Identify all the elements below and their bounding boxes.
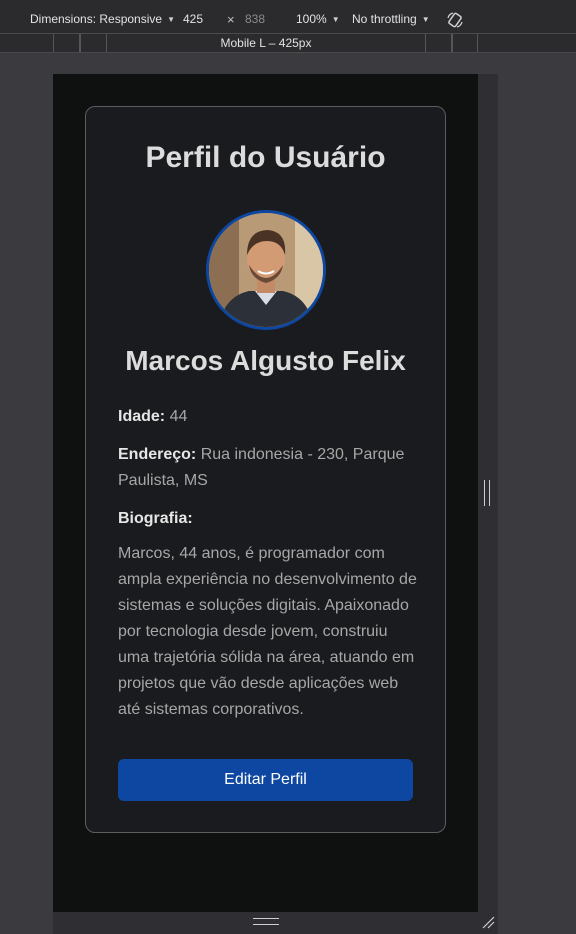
width-value: 425	[183, 12, 204, 26]
age-value: 44	[169, 408, 188, 425]
times-icon: ×	[227, 12, 235, 27]
height-value: 838	[245, 12, 266, 26]
page-viewport: Perfil do Usuário Marcos Algusto Felix I…	[53, 74, 478, 912]
media-query-segment[interactable]	[452, 34, 478, 52]
chevron-down-icon: ▼	[331, 14, 340, 24]
dimensions-dropdown[interactable]: Dimensions: Responsive ▼	[30, 12, 175, 26]
resize-handle-bottom[interactable]	[253, 918, 279, 925]
bio-label: Biografia:	[118, 510, 193, 527]
height-input[interactable]: 838	[245, 12, 265, 26]
media-query-bar: Mobile L – 425px	[0, 33, 576, 53]
bio-text: Marcos, 44 anos, é programador com ampla…	[118, 545, 417, 718]
age-row: Idade: 44	[118, 404, 418, 430]
age-label: Idade:	[118, 408, 166, 425]
zoom-label: 100%	[296, 12, 327, 26]
media-query-segment[interactable]	[53, 34, 80, 52]
user-name: Marcos Algusto Felix	[125, 345, 406, 376]
media-query-label-mobile-l[interactable]: Mobile L – 425px	[107, 34, 425, 52]
width-input[interactable]: 425	[183, 12, 203, 26]
edit-profile-button[interactable]: Editar Perfil	[118, 759, 413, 801]
device-frame: Perfil do Usuário Marcos Algusto Felix I…	[53, 74, 498, 912]
avatar	[206, 210, 326, 330]
avatar-photo	[209, 213, 323, 327]
zoom-dropdown[interactable]: 100% ▼	[296, 12, 340, 26]
resize-handle-right[interactable]	[484, 480, 490, 506]
throttling-dropdown[interactable]: No throttling ▼	[352, 12, 430, 26]
corner-resize-icon[interactable]	[481, 915, 495, 929]
address-row: Endereço: Rua indonesia - 230, Parque Pa…	[118, 442, 418, 494]
chevron-down-icon: ▼	[167, 14, 175, 24]
media-query-segment[interactable]	[80, 34, 107, 52]
throttling-label: No throttling	[352, 12, 417, 26]
page-title: Perfil do Usuário	[145, 141, 386, 174]
chevron-down-icon: ▼	[421, 14, 430, 24]
media-query-segment[interactable]	[425, 34, 452, 52]
address-label: Endereço:	[118, 446, 197, 463]
rotate-button[interactable]	[446, 11, 464, 29]
rotate-icon	[447, 12, 463, 28]
profile-card: Perfil do Usuário Marcos Algusto Felix I…	[85, 106, 446, 833]
dimensions-label: Dimensions: Responsive	[30, 12, 163, 26]
